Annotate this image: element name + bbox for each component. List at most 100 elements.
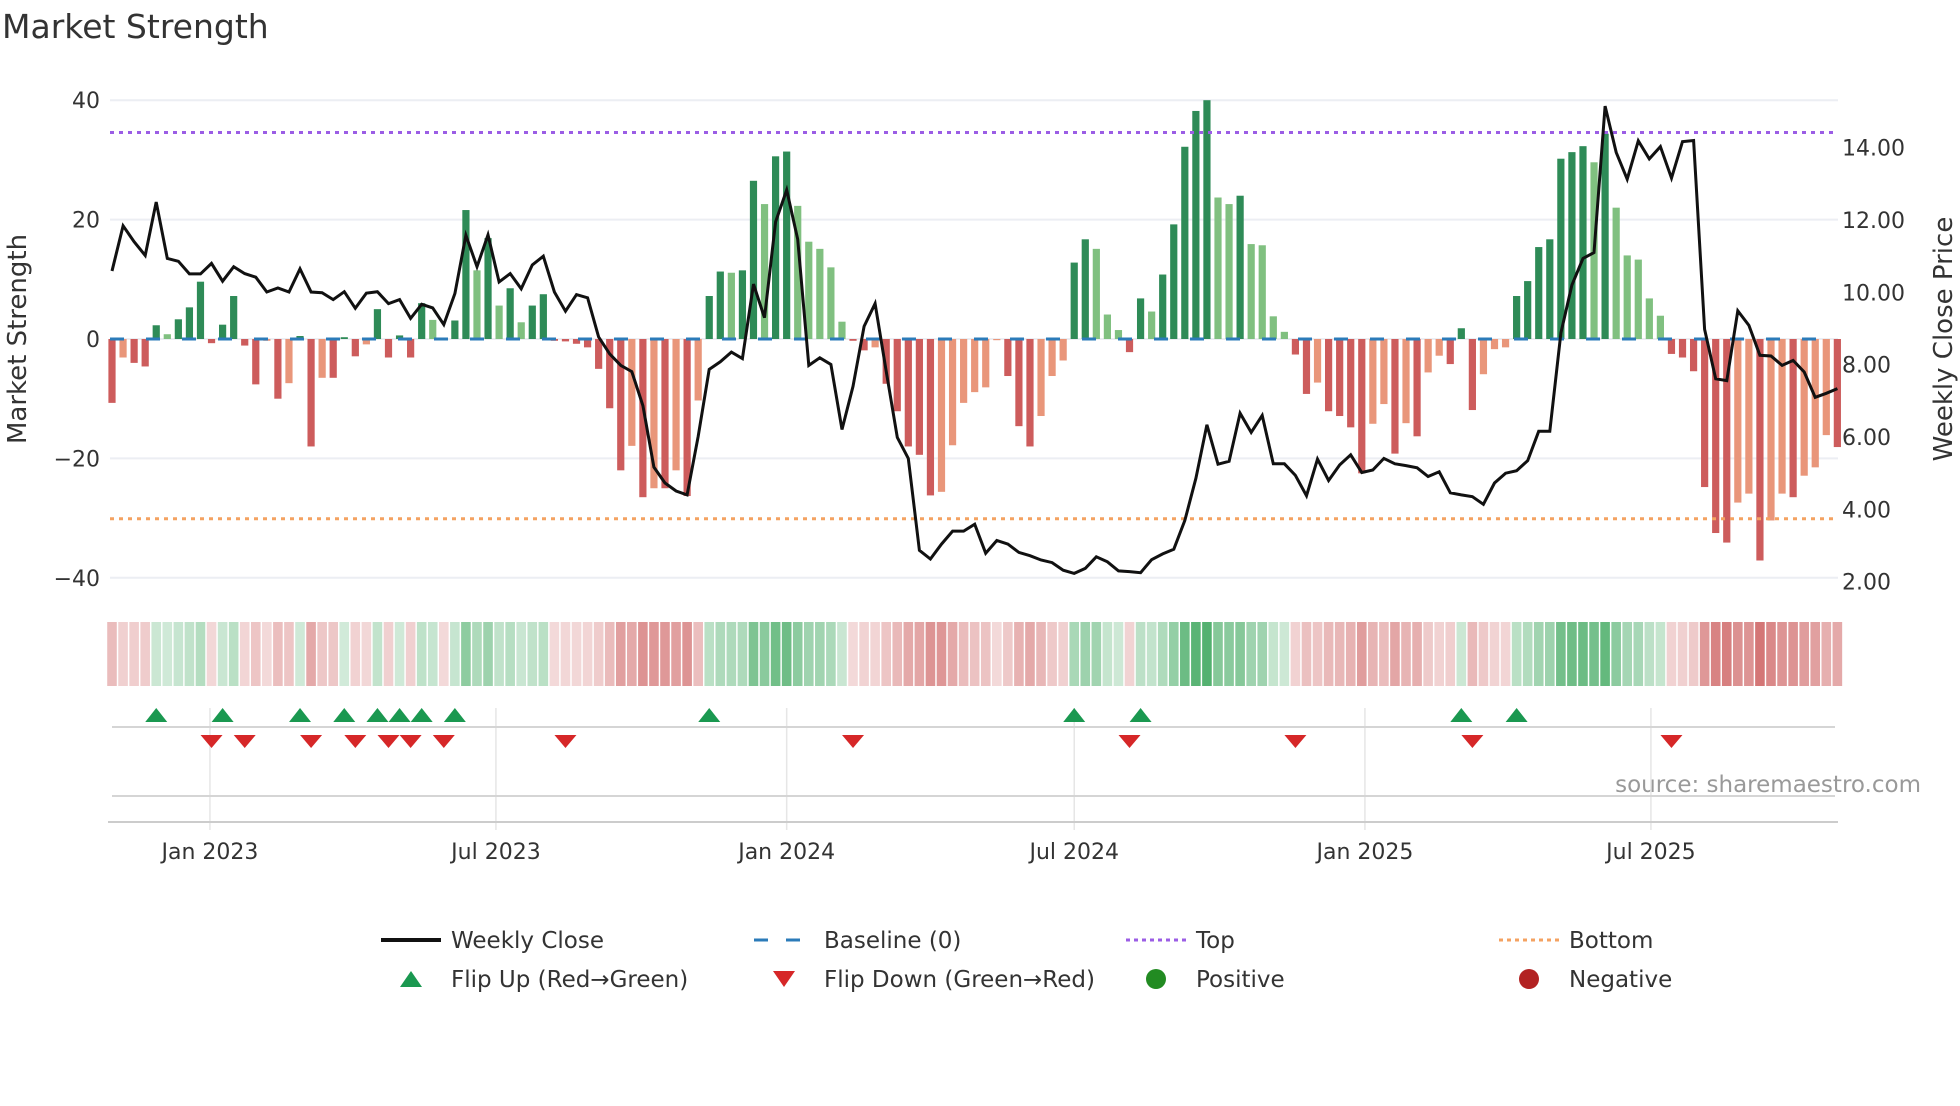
strength-bar [760,204,769,339]
flip-down-marker [1660,735,1683,748]
heat-cell [1423,622,1433,686]
heat-cell [1191,622,1201,686]
heat-cell [1290,622,1301,686]
heat-cell [394,622,405,686]
strength-bar [1203,100,1211,339]
strength-bar [252,339,260,385]
heat-cell [1755,622,1765,686]
legend-label: Negative [1569,967,1672,993]
heat-cell [1312,622,1323,686]
strength-bar [1822,339,1830,436]
flip-down-marker [432,735,455,748]
strength-bar [971,339,979,393]
x-tick-label: Jul 2025 [1604,840,1696,865]
strength-bar [207,339,216,344]
heat-cell [1168,622,1179,686]
legend-item: Flip Down (Green→Red) [773,967,1095,993]
circle-icon [1146,969,1166,989]
heat-cell [1799,622,1809,686]
y2-tick-label: 10.00 [1842,281,1905,306]
y2-tick-label: 4.00 [1842,498,1891,523]
strength-bar [1092,248,1100,339]
strength-bar [694,339,702,401]
heat-cell [1456,622,1467,686]
legend-label: Baseline (0) [824,928,961,954]
flip-up-marker [145,708,168,722]
x-tick-label: Jul 2024 [1027,840,1119,865]
flip-down-marker [399,735,422,748]
strength-bar [163,334,171,339]
flip-up-marker [1129,708,1152,722]
heat-cell [826,622,836,686]
heat-cell [416,622,427,686]
strength-bar [1081,239,1089,339]
strength-bar [141,339,149,367]
triangle-up-icon [400,971,422,987]
strength-bar [1358,339,1366,474]
heat-cell [925,622,936,686]
heat-cell [1832,622,1843,686]
heat-cell [881,622,891,686]
strength-bar [1336,339,1344,417]
strength-bar [1125,339,1134,353]
heat-cell [1213,622,1223,686]
flip-up-marker [388,708,411,722]
strength-bar [948,339,957,446]
strength-bar [1457,328,1465,339]
strength-bar [1524,281,1532,339]
heat-cell [184,622,195,686]
flip-down-marker [842,735,865,748]
heat-cell [1733,622,1743,686]
strength-bar [1513,296,1521,339]
strength-bar [1546,239,1554,339]
strength-bar [1468,339,1476,411]
strength-bar [683,339,691,497]
strength-bar [484,238,492,339]
triangle-down-icon [773,971,795,987]
strength-bar [196,281,205,339]
strength-bar [1325,339,1333,412]
heat-cell [1091,622,1102,686]
strength-bar [407,339,415,358]
heat-cell [1014,622,1024,686]
heat-cell [483,622,493,686]
heat-cell [1467,622,1478,686]
heat-cell [173,622,184,686]
strength-bar [1026,339,1034,447]
heat-cell [439,622,449,686]
strength-bar [1015,339,1023,427]
flip-up-marker [366,708,389,722]
heat-cell [1533,622,1544,686]
heat-cell [1334,622,1345,686]
strength-bar [1535,247,1543,339]
strength-bar [1734,339,1742,503]
heat-cell [1368,622,1378,686]
strength-bar [1612,207,1620,339]
heat-cell [693,622,703,686]
strength-bar [528,305,536,339]
heat-cell [317,622,327,686]
y-tick-label: −20 [54,447,100,472]
heat-cell [1301,622,1312,686]
strength-bar [816,248,824,339]
strength-bar [893,339,901,412]
heat-cell [1434,622,1444,686]
strength-bar [1701,339,1709,488]
heat-cell [1268,622,1279,686]
strength-bar [340,337,348,339]
strength-bar [1678,339,1687,358]
flip-up-marker [698,708,721,722]
strength-bar [749,180,758,339]
flip-up-marker [211,708,234,722]
strength-bar [473,270,481,339]
heat-cell [228,622,239,686]
heat-cell [527,622,538,686]
flip-down-marker [1284,735,1307,748]
heat-cell [1777,622,1787,686]
strength-bar [119,339,127,358]
heat-cell [118,622,128,686]
heat-cell [538,622,549,686]
heat-cell [1246,622,1256,686]
flip-up-marker [410,708,433,722]
strength-bar [1446,339,1454,365]
